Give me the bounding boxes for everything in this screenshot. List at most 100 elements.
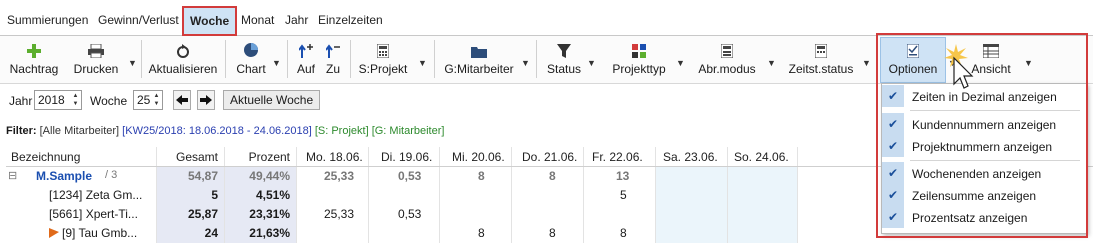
header-friday[interactable]: Fr. 22.06.	[592, 147, 643, 167]
row-gesamt: 5	[211, 188, 218, 202]
aktualisieren-button[interactable]: Aktualisieren	[148, 36, 218, 82]
status-dropdown-caret[interactable]: ▼	[587, 58, 596, 68]
header-saturday[interactable]: Sa. 23.06.	[663, 147, 718, 167]
group-name: M.Sample	[36, 169, 93, 183]
woche-label: Woche	[90, 94, 128, 108]
abrmodus-dropdown-caret[interactable]: ▼	[767, 58, 776, 68]
tab-gewinn-verlust[interactable]: Gewinn/Verlust	[98, 13, 179, 27]
group-do: 8	[549, 169, 556, 183]
pie-chart-icon	[243, 36, 259, 58]
tab-monat[interactable]: Monat	[241, 13, 274, 27]
sort-ascending-button[interactable]: Auf	[294, 36, 318, 82]
toolbar-separator	[141, 40, 142, 78]
group-gesamt: 54,87	[187, 169, 218, 183]
timestamp-status-icon	[815, 36, 827, 58]
group-mo: 25,33	[324, 169, 355, 183]
project-type-icon	[632, 36, 646, 58]
tab-woche[interactable]: Woche	[182, 6, 238, 36]
project-type-flag-icon	[49, 228, 59, 238]
sort-descending-button[interactable]: Zu	[321, 36, 345, 82]
sortierung-projekt-button[interactable]: S:Projekt	[358, 36, 408, 82]
folder-icon	[471, 36, 487, 58]
header-wednesday[interactable]: Mi. 20.06.	[452, 147, 505, 167]
funnel-icon	[557, 36, 571, 58]
aktuelle-woche-button[interactable]: Aktuelle Woche	[223, 90, 321, 110]
filter-mitarbeiter: [Alle Mitarbeiter]	[39, 125, 120, 137]
menu-item-dezimal[interactable]: ✔ Zeiten in Dezimal anzeigen	[882, 85, 1086, 107]
chart-button[interactable]: Chart	[234, 36, 268, 82]
toolbar-separator	[225, 40, 226, 78]
menu-item-zeilensumme[interactable]: ✔ Zeilensumme anzeigen	[882, 184, 1086, 206]
collapse-toggle-icon[interactable]: ⊟	[8, 167, 17, 186]
plus-icon	[27, 36, 41, 58]
spinner-arrows-icon[interactable]: ▲ ▼	[152, 92, 161, 108]
header-monday[interactable]: Mo. 18.06.	[306, 147, 363, 167]
row-prozent: 4,51%	[255, 188, 290, 202]
header-bezeichnung[interactable]: Bezeichnung	[11, 147, 80, 167]
row-fr: 8	[620, 226, 627, 240]
woche-spinner[interactable]: 25 ▲ ▼	[133, 90, 163, 110]
tab-jahr[interactable]: Jahr	[285, 13, 308, 27]
header-thursday[interactable]: Do. 21.06.	[522, 147, 577, 167]
optionen-button[interactable]: Optionen	[882, 36, 944, 82]
spinner-arrows-icon[interactable]: ▲ ▼	[71, 92, 80, 108]
toolbar-separator	[350, 40, 351, 78]
status-filter-button[interactable]: Status	[545, 36, 583, 82]
menu-separator	[910, 160, 1080, 161]
sortierung-projekt-dropdown-caret[interactable]: ▼	[418, 58, 427, 68]
woche-value: 25	[137, 93, 151, 107]
sort-ascending-icon	[299, 36, 313, 58]
checkmark-icon: ✔	[882, 206, 904, 228]
toolbar-separator	[434, 40, 435, 78]
row-gesamt: 25,87	[187, 207, 218, 221]
checkmark-icon: ✔	[882, 113, 904, 135]
drucken-button[interactable]: Drucken	[72, 36, 120, 82]
billing-mode-icon	[721, 36, 733, 58]
view-icon	[983, 36, 999, 58]
header-gesamt[interactable]: Gesamt	[156, 147, 224, 167]
menu-separator	[910, 110, 1080, 111]
toolbar-separator	[536, 40, 537, 78]
menu-item-projektnummern[interactable]: ✔ Projektnummern anzeigen	[882, 135, 1086, 157]
chart-dropdown-caret[interactable]: ▼	[272, 58, 281, 68]
checkmark-icon: ✔	[882, 135, 904, 157]
row-mi: 8	[478, 226, 485, 240]
row-mo: 25,33	[324, 207, 355, 221]
toolbar-separator	[287, 40, 288, 78]
row-prozent: 21,63%	[249, 226, 290, 240]
abrechnungsmodus-filter-button[interactable]: Abr.modus	[696, 36, 758, 82]
previous-week-button[interactable]	[173, 90, 191, 110]
jahr-spinner[interactable]: 2018 ▲ ▼	[34, 90, 82, 110]
row-name: [1234] Zeta Gm...	[49, 188, 143, 202]
sort-descending-icon	[326, 36, 340, 58]
jahr-label: Jahr	[9, 94, 33, 108]
tab-einzelzeiten[interactable]: Einzelzeiten	[318, 13, 383, 27]
menu-item-kundennummern[interactable]: ✔ Kundennummern anzeigen	[882, 113, 1086, 135]
tab-summierungen[interactable]: Summierungen	[7, 13, 88, 27]
gruppierung-mitarbeiter-button[interactable]: G:Mitarbeiter	[441, 36, 517, 82]
group-count: / 3	[105, 169, 118, 181]
zeitstempel-status-filter-button[interactable]: Zeitst.status	[786, 36, 856, 82]
ansicht-dropdown-caret[interactable]: ▼	[1024, 58, 1033, 68]
row-fr: 5	[620, 188, 627, 202]
header-tuesday[interactable]: Di. 19.06.	[381, 147, 432, 167]
header-prozent[interactable]: Prozent	[224, 147, 296, 167]
menu-item-wochenenden[interactable]: ✔ Wochenenden anzeigen	[882, 162, 1086, 184]
nachtrag-button[interactable]: Nachtrag	[8, 36, 60, 82]
row-di: 0,53	[398, 207, 422, 221]
next-week-button[interactable]	[197, 90, 215, 110]
gruppierung-mitarbeiter-dropdown-caret[interactable]: ▼	[521, 58, 530, 68]
report-tab-bar: Summierungen Gewinn/Verlust Woche Monat …	[0, 6, 1093, 36]
zeitststatus-dropdown-caret[interactable]: ▼	[862, 58, 871, 68]
optionen-menu: ✔ Zeiten in Dezimal anzeigen ✔ Kundennum…	[881, 83, 1087, 234]
projekttyp-filter-button[interactable]: Projekttyp	[610, 36, 668, 82]
checkmark-icon: ✔	[882, 85, 904, 107]
filter-label: Filter:	[6, 125, 37, 137]
projekttyp-dropdown-caret[interactable]: ▼	[676, 58, 685, 68]
arrow-right-icon	[200, 95, 212, 105]
menu-item-prozentsatz[interactable]: ✔ Prozentsatz anzeigen	[882, 206, 1086, 228]
group-mi: 8	[478, 169, 485, 183]
mouse-cursor-icon	[944, 44, 974, 89]
header-sunday[interactable]: So. 24.06.	[734, 147, 789, 167]
drucken-dropdown-caret[interactable]: ▼	[128, 58, 137, 68]
